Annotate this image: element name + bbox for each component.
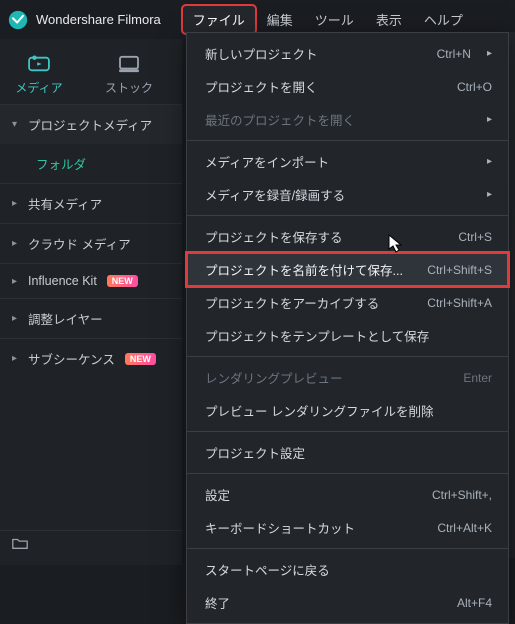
chevron-right-icon: ▸ — [487, 189, 492, 200]
sidebar-bottom-bar — [0, 530, 182, 558]
menu-separator — [187, 140, 508, 141]
chevron-right-icon: ▸ — [487, 48, 492, 59]
menu-keyboard-shortcuts[interactable]: キーボードショートカット Ctrl+Alt+K — [187, 511, 508, 544]
menu-record-media[interactable]: メディアを録音/録画する ▸ — [187, 178, 508, 211]
menu-save-template[interactable]: プロジェクトをテンプレートとして保存 — [187, 319, 508, 352]
menu-item-label: メディアを録音/録画する — [205, 185, 345, 204]
shortcut-label: Ctrl+S — [458, 230, 492, 244]
menu-edit[interactable]: 編集 — [257, 6, 303, 33]
menu-open-recent: 最近のプロジェクトを開く ▸ — [187, 103, 508, 136]
shortcut-label: Ctrl+Alt+K — [437, 521, 492, 535]
menu-project-settings[interactable]: プロジェクト設定 — [187, 436, 508, 469]
menu-item-label: 設定 — [205, 485, 230, 504]
app-title: Wondershare Filmora — [36, 12, 161, 27]
chevron-right-icon: ▸ — [12, 238, 22, 249]
menu-help[interactable]: ヘルプ — [414, 6, 473, 33]
media-icon — [28, 55, 50, 73]
menu-separator — [187, 548, 508, 549]
new-badge: NEW — [125, 353, 156, 365]
menu-item-label: 最近のプロジェクトを開く — [205, 110, 355, 129]
menu-new-project[interactable]: 新しいプロジェクト Ctrl+N ▸ — [187, 37, 508, 70]
menu-item-label: 新しいプロジェクト — [205, 44, 318, 63]
sidebar-tabs: メディア ストック — [0, 39, 182, 104]
shortcut-label: Enter — [463, 371, 492, 385]
shortcut-label: Ctrl+N — [437, 47, 471, 61]
menubar: ファイル 編集 ツール 表示 ヘルプ — [183, 6, 473, 33]
shortcut-label: Ctrl+O — [457, 80, 492, 94]
sidebar-item-label: 共有メディア — [28, 194, 102, 213]
sidebar-item-label: Influence Kit — [28, 274, 97, 288]
menu-item-label: 終了 — [205, 593, 230, 612]
menu-item-label: プロジェクトを保存する — [205, 227, 343, 246]
sidebar-item-label: サブシーケンス — [28, 349, 115, 368]
menu-item-label: プロジェクトを名前を付けて保存... — [205, 260, 403, 279]
sidebar-item-label: クラウド メディア — [28, 234, 131, 253]
sidebar-tab-media-label: メディア — [15, 79, 62, 96]
menu-separator — [187, 356, 508, 357]
sidebar-tab-media[interactable]: メディア — [12, 55, 66, 96]
sidebar-item-label: 調整レイヤー — [28, 309, 103, 328]
folder-icon[interactable] — [12, 537, 28, 553]
chevron-right-icon: ▸ — [487, 114, 492, 125]
menu-separator — [187, 431, 508, 432]
sidebar-tab-stock-label: ストック — [105, 79, 153, 96]
shortcut-label: Ctrl+Shift+S — [427, 263, 492, 277]
menu-delete-render[interactable]: プレビュー レンダリングファイルを削除 — [187, 394, 508, 427]
menu-render-preview: レンダリングプレビュー Enter — [187, 361, 508, 394]
menu-tools[interactable]: ツール — [305, 6, 364, 33]
menu-item-label: プロジェクト設定 — [205, 443, 305, 462]
menu-archive[interactable]: プロジェクトをアーカイブする Ctrl+Shift+A — [187, 286, 508, 319]
menu-open-project[interactable]: プロジェクトを開く Ctrl+O — [187, 70, 508, 103]
menu-save-project[interactable]: プロジェクトを保存する Ctrl+S — [187, 220, 508, 253]
sidebar-item-label: プロジェクトメディア — [28, 115, 152, 134]
sidebar-item-influence-kit[interactable]: ▸ Influence Kit NEW — [0, 263, 182, 298]
menu-separator — [187, 473, 508, 474]
sidebar-tab-stock[interactable]: ストック — [102, 55, 156, 96]
menu-exit[interactable]: 終了 Alt+F4 — [187, 586, 508, 619]
sidebar-item-project-media[interactable]: ▾ プロジェクトメディア — [0, 104, 182, 144]
menu-item-label: レンダリングプレビュー — [205, 368, 343, 387]
menu-item-label: プレビュー レンダリングファイルを削除 — [205, 401, 433, 420]
menu-save-as[interactable]: プロジェクトを名前を付けて保存... Ctrl+Shift+S — [187, 253, 508, 286]
shortcut-label: Ctrl+Shift+A — [427, 296, 492, 310]
stock-icon — [118, 55, 140, 73]
sidebar-item-adjustment-layer[interactable]: ▸ 調整レイヤー — [0, 298, 182, 338]
shortcut-label: Alt+F4 — [457, 596, 492, 610]
chevron-right-icon: ▸ — [12, 276, 22, 287]
chevron-right-icon: ▸ — [12, 353, 22, 364]
sidebar-item-label: フォルダ — [36, 158, 86, 172]
menu-item-label: プロジェクトをアーカイブする — [205, 293, 379, 312]
chevron-right-icon: ▸ — [487, 156, 492, 167]
sidebar: メディア ストック ▾ プロジェクトメディア フォルダ ▸ 共有メディア ▸ ク… — [0, 39, 182, 565]
menu-item-label: メディアをインポート — [205, 152, 329, 171]
chevron-right-icon: ▸ — [12, 313, 22, 324]
app-logo-icon — [8, 10, 28, 30]
sidebar-item-subsequence[interactable]: ▸ サブシーケンス NEW — [0, 338, 182, 378]
sidebar-item-folder[interactable]: フォルダ — [0, 144, 182, 183]
sidebar-item-cloud-media[interactable]: ▸ クラウド メディア — [0, 223, 182, 263]
shortcut-label: Ctrl+Shift+, — [432, 488, 492, 502]
menu-separator — [187, 215, 508, 216]
menu-item-label: キーボードショートカット — [205, 518, 355, 537]
menu-view[interactable]: 表示 — [366, 6, 412, 33]
file-dropdown: 新しいプロジェクト Ctrl+N ▸ プロジェクトを開く Ctrl+O 最近のプ… — [186, 32, 509, 624]
menu-item-label: プロジェクトをテンプレートとして保存 — [205, 326, 429, 345]
menu-settings[interactable]: 設定 Ctrl+Shift+, — [187, 478, 508, 511]
menu-item-label: スタートページに戻る — [205, 560, 330, 579]
menu-import-media[interactable]: メディアをインポート ▸ — [187, 145, 508, 178]
chevron-down-icon: ▾ — [12, 119, 22, 130]
sidebar-item-shared-media[interactable]: ▸ 共有メディア — [0, 183, 182, 223]
chevron-right-icon: ▸ — [12, 198, 22, 209]
new-badge: NEW — [107, 275, 138, 287]
menu-file[interactable]: ファイル — [183, 6, 255, 33]
menu-item-label: プロジェクトを開く — [205, 77, 318, 96]
